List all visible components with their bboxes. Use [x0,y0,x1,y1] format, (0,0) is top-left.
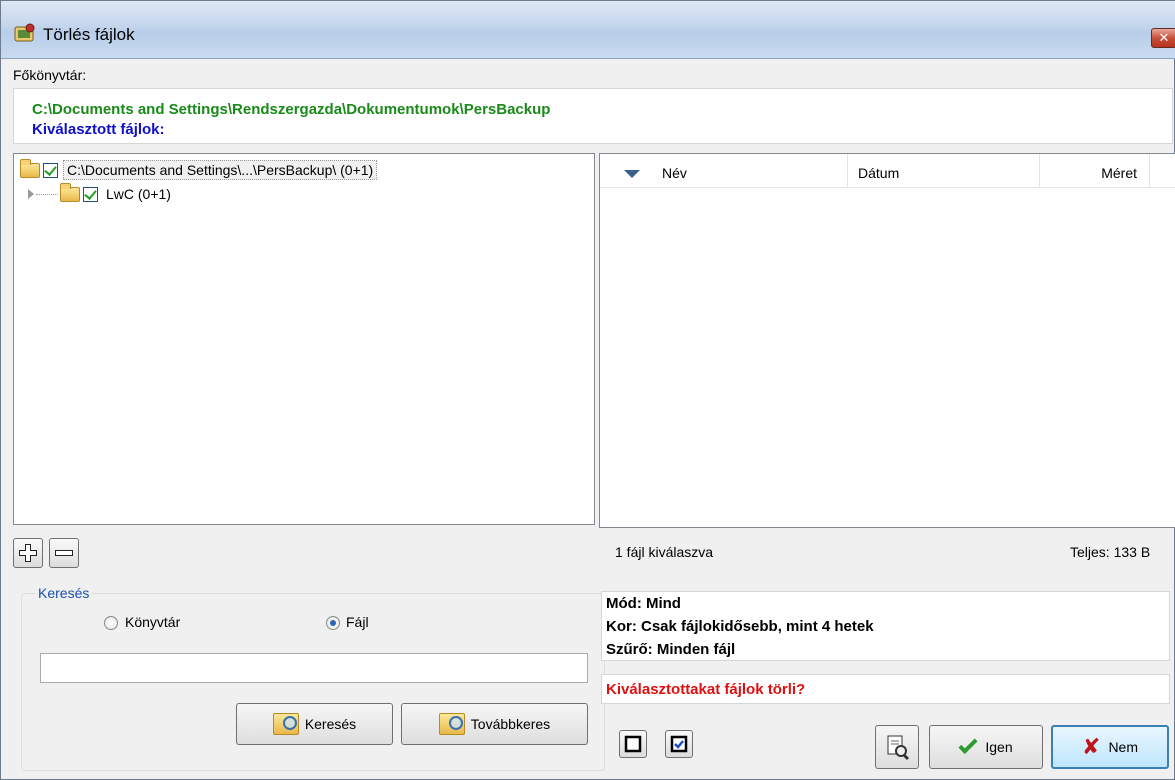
selected-files-label: Kiválasztott fájlok: [32,121,165,138]
window-title: Törlés fájlok [43,25,135,44]
selected-count: 1 fájl kiválaszva [615,544,714,560]
checkmark-icon [958,734,978,754]
search-next-icon [438,713,465,735]
search-next-button-label: Továbbkeres [470,716,551,732]
radio-directory[interactable] [104,616,118,630]
search-button-label: Keresés [304,716,357,732]
app-icon [14,23,35,42]
add-button[interactable] [13,538,43,568]
radio-directory-label[interactable]: Könyvtár [125,614,180,630]
no-button[interactable]: ✘ Nem [1051,725,1169,769]
search-next-button[interactable]: Továbbkeres [401,703,588,745]
mode-text: Mód: Mind [606,595,681,612]
filter-text: Szűrő: Minden fájl [606,641,736,658]
file-list[interactable]: Név Dátum Méret [599,153,1175,528]
delete-files-dialog: Törlés fájlok ✕ Főkönyvtár: C:\Documents… [0,0,1175,780]
root-path: C:\Documents and Settings\Rendszergazda\… [32,101,551,118]
list-header: Név Dátum Méret [600,154,1175,188]
folder-icon [20,158,40,178]
tree-item-lwc[interactable]: LwC (0+1) [28,182,174,205]
root-folder-label: Főkönyvtár: [13,67,87,83]
tree-item-label: LwC (0+1) [106,186,171,202]
document-magnifier-icon [887,735,910,761]
age-text: Kor: Csak fájlokidősebb, mint 4 hetek [606,618,874,635]
search-input[interactable] [40,653,588,683]
yes-button[interactable]: Igen [929,725,1043,769]
search-group-legend: Keresés [35,585,93,601]
search-folder-icon [272,713,299,735]
filter-info-box: Mód: Mind Kor: Csak fájlokidősebb, mint … [601,591,1170,661]
yes-button-label: Igen [985,739,1013,755]
x-icon: ✘ [1082,734,1101,759]
title-bar[interactable]: Törlés fájlok ✕ [1,1,1175,59]
column-date[interactable]: Dátum [858,154,1040,188]
question-box: Kiválasztottakat fájlok törli? [601,674,1170,704]
confirm-question: Kiválasztottakat fájlok törli? [606,681,806,698]
column-size[interactable]: Méret [1040,154,1150,188]
preview-button[interactable] [875,725,919,769]
folder-icon [60,182,80,202]
minus-icon [55,550,73,556]
sort-desc-icon[interactable] [624,170,640,178]
tree-item-label: C:\Documents and Settings\...\PersBackup… [63,160,378,180]
check-all-button[interactable] [665,730,693,758]
tree-item-root[interactable]: C:\Documents and Settings\...\PersBackup… [20,158,378,181]
uncheck-all-button[interactable] [619,730,647,758]
no-button-label: Nem [1108,739,1138,755]
path-info-box: C:\Documents and Settings\Rendszergazda\… [13,88,1173,144]
close-icon: ✕ [1158,30,1170,45]
radio-file[interactable] [326,616,340,630]
tree-connector [36,193,58,195]
remove-button[interactable] [49,538,79,568]
empty-checkbox-icon [624,735,642,753]
folder-tree[interactable]: C:\Documents and Settings\...\PersBackup… [13,153,595,525]
tree-checkbox-root[interactable] [43,162,58,178]
plus-icon [19,544,37,562]
tree-checkbox-lwc[interactable] [83,186,98,202]
total-size: Teljes: 133 B [1070,544,1151,560]
checked-checkbox-icon [670,735,688,753]
search-button[interactable]: Keresés [236,703,393,745]
radio-file-label[interactable]: Fájl [346,614,369,630]
close-button[interactable]: ✕ [1151,28,1175,48]
expand-icon[interactable] [28,189,34,199]
column-name[interactable]: Név [662,154,848,188]
